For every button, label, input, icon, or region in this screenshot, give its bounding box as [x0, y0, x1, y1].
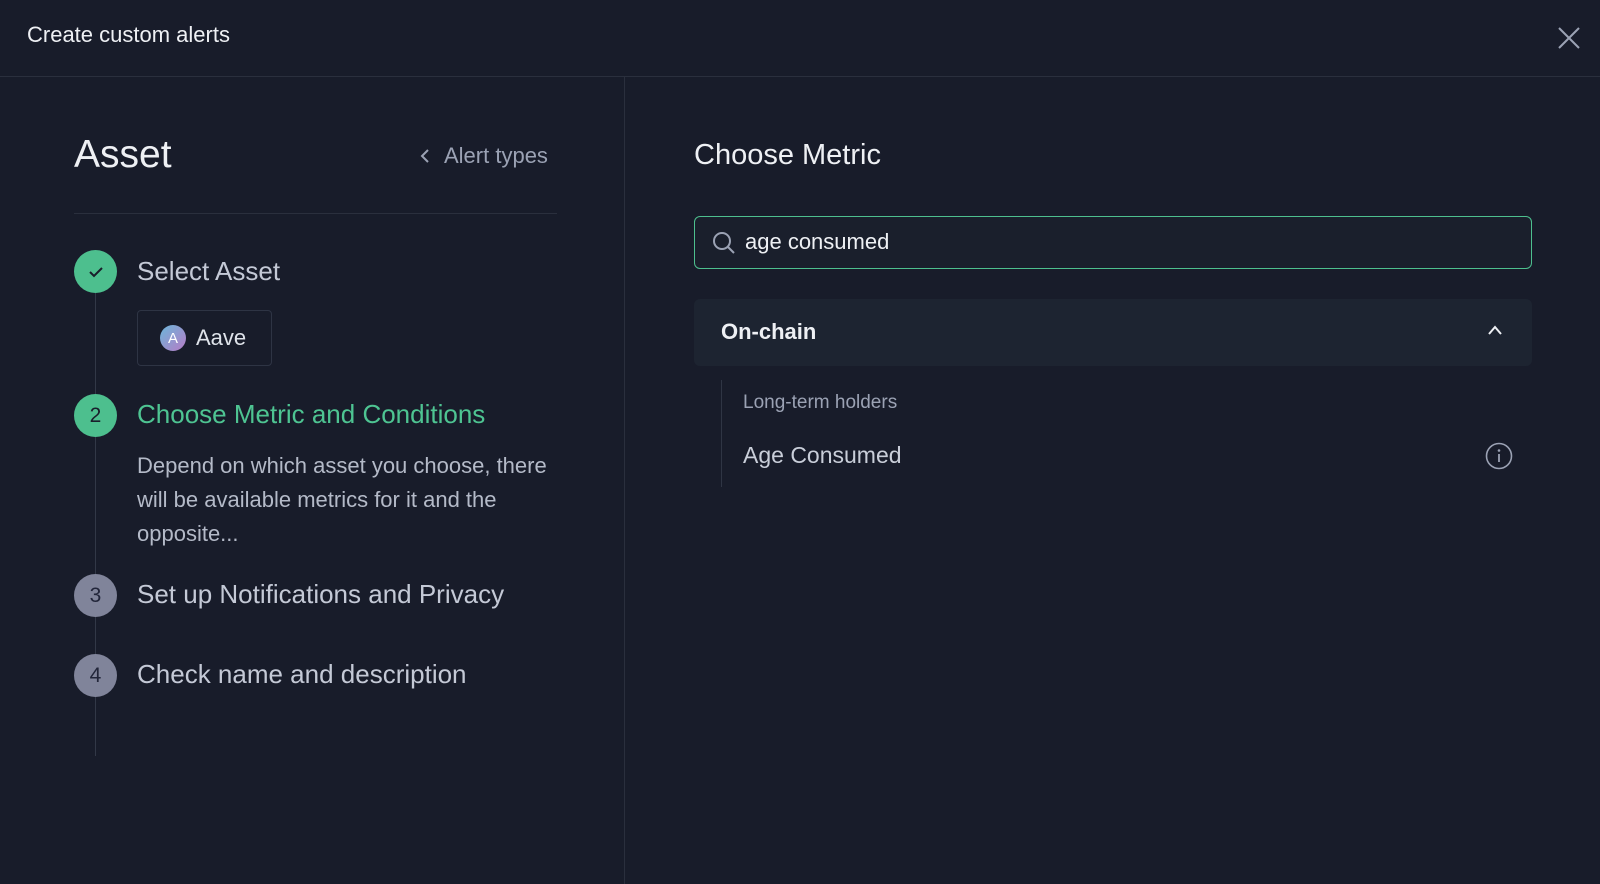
asset-name: Aave: [196, 325, 247, 350]
check-icon: [88, 266, 103, 277]
metric-search-box[interactable]: [694, 216, 1532, 269]
step-3-label[interactable]: Set up Notifications and Privacy: [137, 579, 504, 610]
modal-title: Create custom alerts: [27, 22, 230, 47]
metric-item-age-consumed[interactable]: Age Consumed: [721, 430, 1532, 482]
chevron-up-icon: [1488, 325, 1502, 335]
step-2-label[interactable]: Choose Metric and Conditions: [137, 399, 485, 430]
chevron-left-icon: [420, 149, 429, 163]
search-icon: [713, 232, 735, 254]
panel-title: Asset: [74, 133, 172, 176]
divider: [74, 213, 557, 214]
step-3-number: 3: [74, 574, 117, 617]
step-4-number: 4: [74, 654, 117, 697]
step-2-description: Depend on which asset you choose, there …: [137, 453, 547, 546]
steps-panel: Asset Alert types Select Asset A Aave 2 …: [0, 77, 625, 884]
selected-asset-chip[interactable]: A Aave: [137, 310, 272, 366]
aave-logo-icon: A: [160, 325, 186, 351]
group-title: On-chain: [721, 319, 817, 344]
step-1-label[interactable]: Select Asset: [137, 256, 280, 287]
back-link-label: Alert types: [444, 143, 548, 168]
info-icon[interactable]: [1484, 441, 1514, 471]
group-header-on-chain[interactable]: On-chain: [694, 299, 1532, 366]
modal-header: Create custom alerts: [0, 0, 1600, 77]
subgroup-label: Long-term holders: [743, 392, 898, 413]
choose-metric-title: Choose Metric: [694, 139, 881, 171]
metric-label: Age Consumed: [743, 442, 902, 468]
close-icon[interactable]: [1555, 24, 1583, 52]
metric-search-input[interactable]: [745, 217, 1505, 267]
metric-panel: Choose Metric On-chain Long-term holders…: [626, 77, 1600, 884]
step-4-label[interactable]: Check name and description: [137, 659, 467, 690]
alert-types-back-link[interactable]: Alert types: [420, 143, 548, 169]
step-2-number: 2: [74, 394, 117, 437]
step-1-done-icon: [74, 250, 117, 293]
